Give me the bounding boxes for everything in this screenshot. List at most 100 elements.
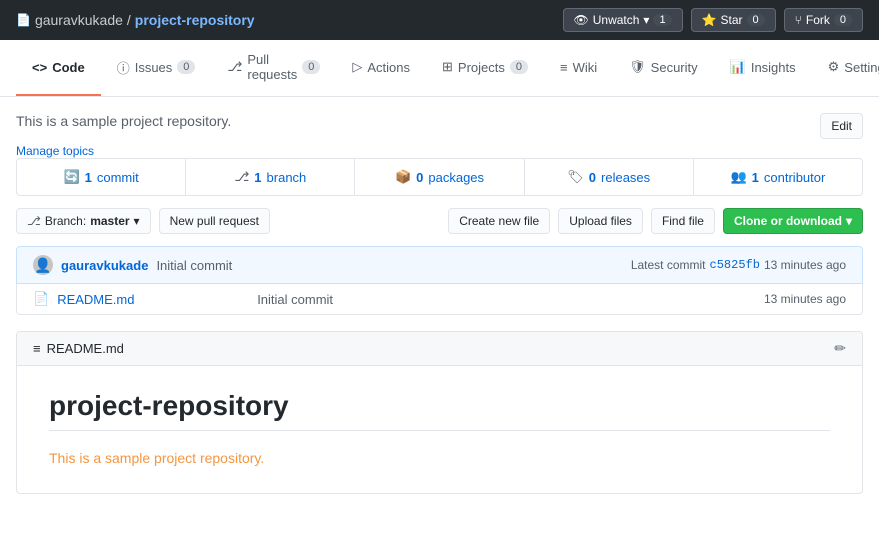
file-name[interactable]: README.md xyxy=(57,292,257,307)
watch-count: 1 xyxy=(653,14,671,26)
commit-icon: 🔄 xyxy=(63,169,79,185)
tab-settings[interactable]: ⚙ Settings xyxy=(812,40,879,96)
avatar: 👤 xyxy=(33,255,53,275)
latest-commit-label: Latest commit xyxy=(631,258,706,272)
separator: / xyxy=(127,12,131,28)
tab-actions-label: Actions xyxy=(367,60,410,75)
commit-message[interactable]: Initial commit xyxy=(156,258,232,273)
eye-icon: 👁 xyxy=(574,13,589,27)
find-file-button[interactable]: Find file xyxy=(651,208,715,234)
repo-description: This is a sample project repository. xyxy=(16,113,231,129)
file-table: 📄 README.md Initial commit 13 minutes ag… xyxy=(16,284,863,315)
projects-icon: ⊞ xyxy=(442,59,453,75)
projects-count: 0 xyxy=(510,60,528,74)
tab-pull-requests[interactable]: ⎇ Pull requests 0 xyxy=(211,40,336,96)
tab-projects-label: Projects xyxy=(458,60,505,75)
package-icon: 📦 xyxy=(395,169,411,185)
branch-selector[interactable]: ⎇ Branch: master ▾ xyxy=(16,208,151,234)
create-new-file-button[interactable]: Create new file xyxy=(448,208,550,234)
toolbar-right: Create new file Upload files Find file C… xyxy=(448,208,863,234)
tab-wiki-label: Wiki xyxy=(573,60,598,75)
tab-security[interactable]: 🛡 Security xyxy=(613,40,713,96)
clone-label: Clone or download xyxy=(734,214,842,228)
watch-button[interactable]: 👁 Unwatch ▾ 1 xyxy=(563,8,683,32)
branch-label: Branch: xyxy=(45,214,86,228)
branches-label: branch xyxy=(267,170,307,185)
stats-row: 🔄 1 commit ⎇ 1 branch 📦 0 packages 🏷 0 r… xyxy=(16,158,863,196)
branch-icon-small: ⎇ xyxy=(27,214,41,228)
releases-stat[interactable]: 🏷 0 releases xyxy=(525,159,694,195)
tab-security-label: Security xyxy=(651,60,698,75)
manage-topics-link[interactable]: Manage topics xyxy=(16,144,94,158)
header-actions: 👁 Unwatch ▾ 1 ⭐ Star 0 ⑂ Fork 0 xyxy=(563,8,864,32)
commit-left: 👤 gauravkukade Initial commit xyxy=(33,255,232,275)
edit-button[interactable]: Edit xyxy=(820,113,863,139)
tab-insights-label: Insights xyxy=(751,60,796,75)
branches-stat[interactable]: ⎇ 1 branch xyxy=(186,159,355,195)
chevron-down-icon: ▾ xyxy=(134,214,140,228)
contributors-count: 1 xyxy=(752,170,759,185)
readme-paragraph: This is a sample project repository. xyxy=(49,447,830,469)
tab-code-label: Code xyxy=(52,60,85,75)
tab-wiki[interactable]: ≡ Wiki xyxy=(544,40,613,96)
star-count: 0 xyxy=(747,14,765,26)
tab-issues-label: Issues xyxy=(135,60,173,75)
releases-count: 0 xyxy=(589,170,596,185)
actions-icon: ▷ xyxy=(352,59,362,75)
clone-or-download-button[interactable]: Clone or download ▾ xyxy=(723,208,863,234)
file-icon: 📄 xyxy=(33,291,49,307)
commit-bar: 👤 gauravkukade Initial commit Latest com… xyxy=(16,246,863,284)
commit-time: 13 minutes ago xyxy=(764,258,846,272)
tab-projects[interactable]: ⊞ Projects 0 xyxy=(426,40,544,96)
chevron-down-icon-clone: ▾ xyxy=(846,214,852,228)
code-icon: <> xyxy=(32,60,47,75)
readme-header: ≡ README.md ✏ xyxy=(17,332,862,366)
table-row: 📄 README.md Initial commit 13 minutes ag… xyxy=(17,284,862,314)
wiki-icon: ≡ xyxy=(560,60,568,75)
repo-owner[interactable]: gauravkukade xyxy=(35,12,123,28)
toolbar-left: ⎇ Branch: master ▾ New pull request xyxy=(16,208,270,234)
toolbar: ⎇ Branch: master ▾ New pull request Crea… xyxy=(16,208,863,234)
insights-icon: 📊 xyxy=(730,59,746,75)
packages-count: 0 xyxy=(416,170,423,185)
fork-count: 0 xyxy=(834,14,852,26)
settings-icon: ⚙ xyxy=(828,59,840,75)
pr-count: 0 xyxy=(302,60,320,74)
top-header: 📄 gauravkukade / project-repository 👁 Un… xyxy=(0,0,879,40)
new-pull-request-button[interactable]: New pull request xyxy=(159,208,270,234)
tab-code[interactable]: <> Code xyxy=(16,40,101,96)
contributors-label: contributor xyxy=(764,170,825,185)
fork-icon: ⑂ xyxy=(795,13,802,27)
tab-actions[interactable]: ▷ Actions xyxy=(336,40,426,96)
contributors-stat[interactable]: 👥 1 contributor xyxy=(694,159,862,195)
release-icon: 🏷 xyxy=(567,169,584,185)
branches-count: 1 xyxy=(254,170,261,185)
pencil-icon[interactable]: ✏ xyxy=(834,340,846,357)
readme-title: ≡ README.md xyxy=(33,341,124,356)
tab-insights[interactable]: 📊 Insights xyxy=(714,40,812,96)
contributor-icon: 👥 xyxy=(730,169,746,185)
repo-name[interactable]: project-repository xyxy=(135,12,255,28)
upload-files-button[interactable]: Upload files xyxy=(558,208,643,234)
commit-right: Latest commit c5825fb 13 minutes ago xyxy=(631,258,846,272)
readme-filename: README.md xyxy=(47,341,124,356)
issues-count: 0 xyxy=(177,60,195,74)
fork-label: Fork xyxy=(806,13,830,27)
commits-stat[interactable]: 🔄 1 commit xyxy=(17,159,186,195)
branch-name: master xyxy=(90,214,129,228)
star-button[interactable]: ⭐ Star 0 xyxy=(691,8,776,32)
commit-hash[interactable]: c5825fb xyxy=(710,258,760,272)
file-commit-message: Initial commit xyxy=(257,292,764,307)
readme-heading: project-repository xyxy=(49,390,830,431)
commit-author[interactable]: gauravkukade xyxy=(61,258,148,273)
tab-settings-label: Settings xyxy=(844,60,879,75)
tab-issues[interactable]: ⓘ Issues 0 xyxy=(101,40,212,96)
packages-stat[interactable]: 📦 0 packages xyxy=(355,159,524,195)
watch-label: Unwatch xyxy=(593,13,640,27)
commits-count: 1 xyxy=(85,170,92,185)
pr-icon: ⎇ xyxy=(227,59,242,75)
fork-button[interactable]: ⑂ Fork 0 xyxy=(784,8,863,32)
repo-title: 📄 gauravkukade / project-repository xyxy=(16,12,255,28)
readme-section: ≡ README.md ✏ project-repository This is… xyxy=(16,331,863,494)
readme-body: project-repository This is a sample proj… xyxy=(17,366,862,493)
